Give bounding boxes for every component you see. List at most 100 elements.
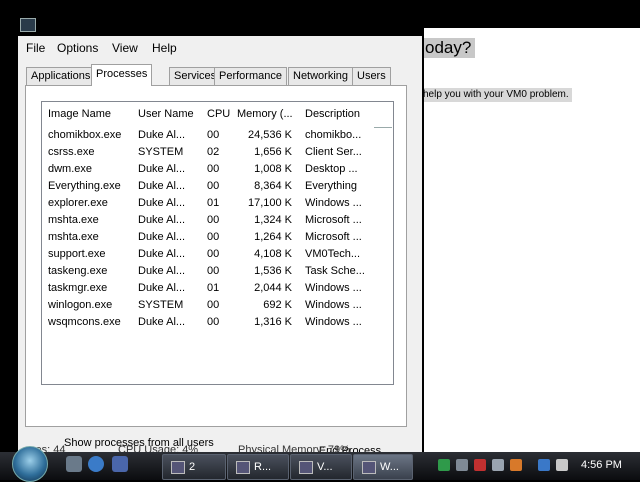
process-row[interactable]: explorer.exe Duke Al... 01 17,100 K Windows … [42,195,393,212]
process-user-name: Duke Al... [138,180,186,192]
column-header-cpu[interactable]: CPU [207,108,230,120]
tab-networking[interactable]: Networking [288,67,354,85]
quick-launch-icon[interactable] [66,456,82,472]
process-description: Task Sche... [305,265,365,277]
window-body: File Options View Help Applications Proc… [18,36,422,457]
process-cpu: 01 [207,197,220,209]
taskbar-button-window[interactable]: V... [290,454,352,480]
tray-icon-orange[interactable] [510,459,522,471]
taskbar-button-task-manager[interactable]: W... [353,454,413,480]
desktop-icon[interactable] [112,456,128,472]
process-row[interactable]: taskeng.exe Duke Al... 00 1,536 K Task Sche.… [42,263,393,280]
process-memory: 24,536 K [247,129,292,141]
taskbar-button-label: R... [254,461,272,473]
process-image-name: chomikbox.exe [48,129,122,141]
column-header-memory[interactable]: Memory (... [237,108,293,120]
menu-bar: File Options View Help [18,38,418,58]
process-memory: 1,316 K [254,316,292,328]
process-cpu: 00 [207,316,220,328]
process-memory: 1,008 K [254,163,292,175]
process-row[interactable]: mshta.exe Duke Al... 00 1,324 K Microsoft ..… [42,212,393,229]
process-description: Microsoft ... [305,214,362,226]
task-manager-icon [20,18,36,32]
background-heading: oday? [421,38,476,58]
tray-icon-generic[interactable] [492,459,504,471]
tab-processes[interactable]: Processes [91,64,153,86]
window-icon [299,460,313,474]
process-row[interactable]: chomikbox.exe Duke Al... 00 24,536 K chomikb… [42,127,393,144]
tray-icon-green[interactable] [438,459,450,471]
process-image-name: support.exe [48,248,106,260]
process-image-name: mshta.exe [48,214,99,226]
process-image-name: taskmgr.exe [48,282,108,294]
browser-icon[interactable] [88,456,104,472]
taskbar-button-folder[interactable]: 2 [162,454,226,480]
process-row[interactable]: mshta.exe Duke Al... 00 1,264 K Microsoft ..… [42,229,393,246]
process-image-name: dwm.exe [48,163,93,175]
menu-file[interactable]: File [26,41,45,55]
process-cpu: 02 [207,146,220,158]
process-user-name: Duke Al... [138,231,186,243]
processes-panel: Image Name User Name CPU Memory (... Des… [25,85,407,457]
tray-icon-device[interactable] [456,459,468,471]
process-memory: 692 K [263,299,292,311]
tab-users[interactable]: Users [352,67,391,85]
process-description: Windows ... [305,197,362,209]
process-user-name: Duke Al... [138,197,186,209]
process-memory: 1,656 K [254,146,292,158]
process-image-name: Everything.exe [48,180,121,192]
process-description: Windows ... [305,299,362,311]
start-button[interactable] [12,446,48,482]
process-row[interactable]: Everything.exe Duke Al... 00 8,364 K Everyth… [42,178,393,195]
process-cpu: 00 [207,129,220,141]
process-cpu: 01 [207,282,220,294]
status-physical-memory: Physical Memory: 79% [238,444,350,452]
process-description: chomikbo... [305,129,362,141]
process-image-name: explorer.exe [48,197,108,209]
process-memory: 1,536 K [254,265,292,277]
process-description: VM0Tech... [305,248,361,260]
process-description: Microsoft ... [305,231,362,243]
column-header-description[interactable]: Description [305,108,360,120]
menu-help[interactable]: Help [152,41,177,55]
process-row[interactable]: winlogon.exe SYSTEM 00 692 K Windows ... [42,297,393,314]
title-bar[interactable] [12,0,424,36]
tab-performance[interactable]: Performance [214,67,287,85]
network-icon[interactable] [538,459,550,471]
taskbar-button-run[interactable]: R... [227,454,289,480]
process-cpu: 00 [207,299,220,311]
process-user-name: Duke Al... [138,316,186,328]
process-row[interactable]: wsqmcons.exe Duke Al... 00 1,316 K Windows .… [42,314,393,331]
process-cpu: 00 [207,231,220,243]
process-description: Windows ... [305,282,362,294]
security-shield-icon[interactable] [474,459,486,471]
process-cpu: 00 [207,163,220,175]
process-row[interactable]: support.exe Duke Al... 00 4,108 K VM0Tech... [42,246,393,263]
menu-options[interactable]: Options [57,41,98,55]
process-list[interactable]: Image Name User Name CPU Memory (... Des… [41,101,394,385]
process-image-name: taskeng.exe [48,265,108,277]
task-manager-icon [362,460,376,474]
process-row[interactable]: taskmgr.exe Duke Al... 01 2,044 K Windows ..… [42,280,393,297]
process-cpu: 00 [207,180,220,192]
process-user-name: SYSTEM [138,146,184,158]
taskbar-button-label: W... [380,461,399,473]
process-cpu: 00 [207,214,220,226]
process-description: Windows ... [305,316,362,328]
status-cpu-usage: CPU Usage: 4% [118,444,199,452]
process-memory: 8,364 K [254,180,292,192]
process-description: Desktop ... [305,163,358,175]
column-header-user-name[interactable]: User Name [138,108,194,120]
process-memory: 17,100 K [247,197,292,209]
volume-icon[interactable] [556,459,568,471]
menu-view[interactable]: View [112,41,138,55]
process-user-name: Duke Al... [138,129,186,141]
process-description: Client Ser... [305,146,362,158]
process-user-name: Duke Al... [138,214,186,226]
clock[interactable]: 4:56 PM [581,459,622,471]
process-memory: 2,044 K [254,282,292,294]
process-row[interactable]: csrss.exe SYSTEM 02 1,656 K Client Ser... [42,144,393,161]
process-memory: 1,264 K [254,231,292,243]
tab-applications[interactable]: Applications [26,67,96,85]
column-header-image-name[interactable]: Image Name [48,108,111,120]
